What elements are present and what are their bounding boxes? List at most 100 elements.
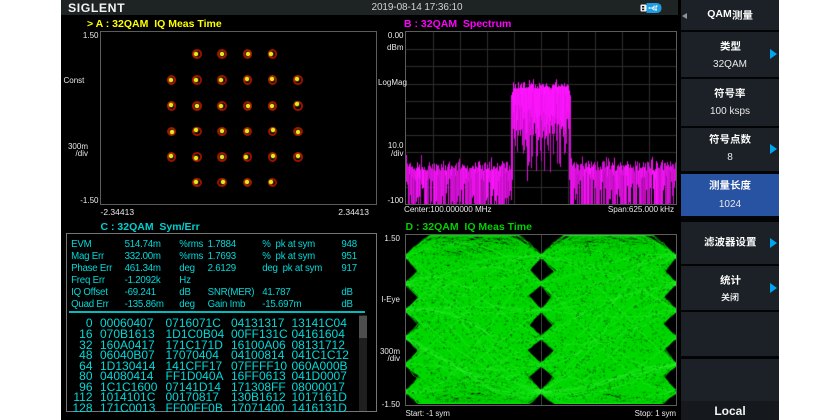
symerr-cell: 948 [341,239,357,250]
constellation-point [192,152,202,162]
softkey-label [681,133,779,146]
symerr-cell: EVM [71,239,91,250]
symerr-cell: deg pk at sym [262,263,322,274]
eye-diagram-plot [405,234,677,406]
constellation-dot [220,155,224,159]
constellation-point [293,152,303,162]
softkey-5[interactable] [681,222,779,265]
softkey-value: 8 [681,152,779,163]
softkey-more-icon [770,238,777,248]
eye-diagram-trace [406,235,676,404]
softkey-label [681,235,779,248]
softkey-4[interactable]: 1024 [681,174,779,216]
constellation-dot [169,103,173,107]
symerr-row: Mag Err332.00m%rms1.7693% pk at sym951 [67,251,376,263]
symerr-cell: Mag Err [71,251,104,262]
constellation-point [217,178,227,188]
softkey-6[interactable] [681,266,779,310]
constellation-dot [170,130,174,134]
constellation-point [268,49,278,59]
constellation-dot [270,104,274,108]
constellation-dot [195,104,199,108]
constellation-point [243,49,253,59]
constellation-point [217,75,227,85]
constellation-point [192,49,202,59]
constellation-point [167,101,177,111]
cjk-text [714,87,746,100]
spectrum-plot [405,31,677,205]
constellation-dot [194,52,198,56]
symerr-cell: %rms [179,239,203,250]
hex-group: 1416131D [292,403,347,414]
d-ref-level: 1.50 [371,235,401,242]
constellation-dot [220,52,224,56]
constellation-dot [245,77,249,81]
constellation-point [192,101,202,111]
softkey-label [681,274,779,287]
b-scale-unit: /div [374,150,404,157]
symerr-cell: deg [179,263,195,274]
softkey-more-icon [770,49,777,59]
trace-b-title[interactable]: B : 32QAM Spectrum [404,18,511,30]
trace-d-title[interactable]: D : 32QAM IQ Meas Time [406,221,532,233]
hex-group: FF00FF0B [166,403,223,414]
constellation-point [243,101,253,111]
constellation-dot [271,154,275,158]
symerr-cell: 2.6129 [208,263,236,274]
constellation-dot [296,130,300,134]
symerr-cell: dB [341,287,352,298]
datetime-display: 2019-08-14 17:36:10 [372,2,463,13]
symerr-cell: dB [341,299,352,310]
b-scale: 10.0 [374,142,404,149]
softkey-3[interactable]: 8 [681,128,779,171]
trace-c-title[interactable]: C : 32QAM Sym/Err [101,221,200,233]
trace-a-title[interactable]: > A : 32QAM IQ Meas Time [87,18,222,30]
cjk-text [732,9,753,22]
b-span: Span:625.000 kHz [608,205,674,214]
constellation-plot [100,31,377,205]
symbol-table-scrollbar[interactable] [359,315,368,411]
symerr-row: Freq Err-1.2092kHz [67,275,376,287]
menu-title-label: QAM [707,9,753,22]
constellation-point [243,178,253,188]
constellation-point [293,75,303,85]
constellation-dot [169,78,173,82]
local-button[interactable]: Local [681,401,779,420]
constellation-point [268,152,278,162]
constellation-dot [270,77,274,81]
symerr-cell: 1.7884 [208,239,236,250]
constellation-dot [246,104,250,108]
b-ref-level: 0.00 [374,32,404,39]
a-scale-unit: /div [61,150,88,157]
constellation-dot [296,154,300,158]
scrollbar-thumb[interactable] [359,316,367,338]
softkey-value [681,292,779,303]
a-xmax: 2.34413 [309,209,369,216]
cjk-text [709,179,751,192]
hex-addr: 128 [67,403,93,414]
constellation-dot [295,102,299,106]
constellation-dot [194,128,198,132]
symerr-cell: IQ Offset [71,287,108,298]
constellation-dot [295,77,299,81]
symerr-cell: -69.241 [125,287,156,298]
symerr-cell: -135.86m [125,299,164,310]
softkey-empty [681,359,779,401]
constellation-dot [194,180,198,184]
cjk-text [721,292,739,303]
constellation-dot [219,104,223,108]
symerr-cell: Quad Err [71,299,109,310]
constellation-dot [245,180,249,184]
constellation-point [192,127,202,137]
symerr-cell: Phase Err [71,263,112,274]
symerr-cell: 514.74m [125,239,161,250]
top-status-bar: SIGLENT 2019-08-14 17:36:10 [61,0,678,15]
a-xmin: -2.34413 [101,209,135,216]
menu-back-icon[interactable] [682,13,687,19]
softkey-label [681,87,779,100]
constellation-point [192,75,202,85]
softkey-2[interactable]: 100 ksps [681,79,779,126]
constellation-point [167,127,177,137]
softkey-1[interactable]: 32QAM [681,32,779,77]
constellation-dot [244,155,248,159]
